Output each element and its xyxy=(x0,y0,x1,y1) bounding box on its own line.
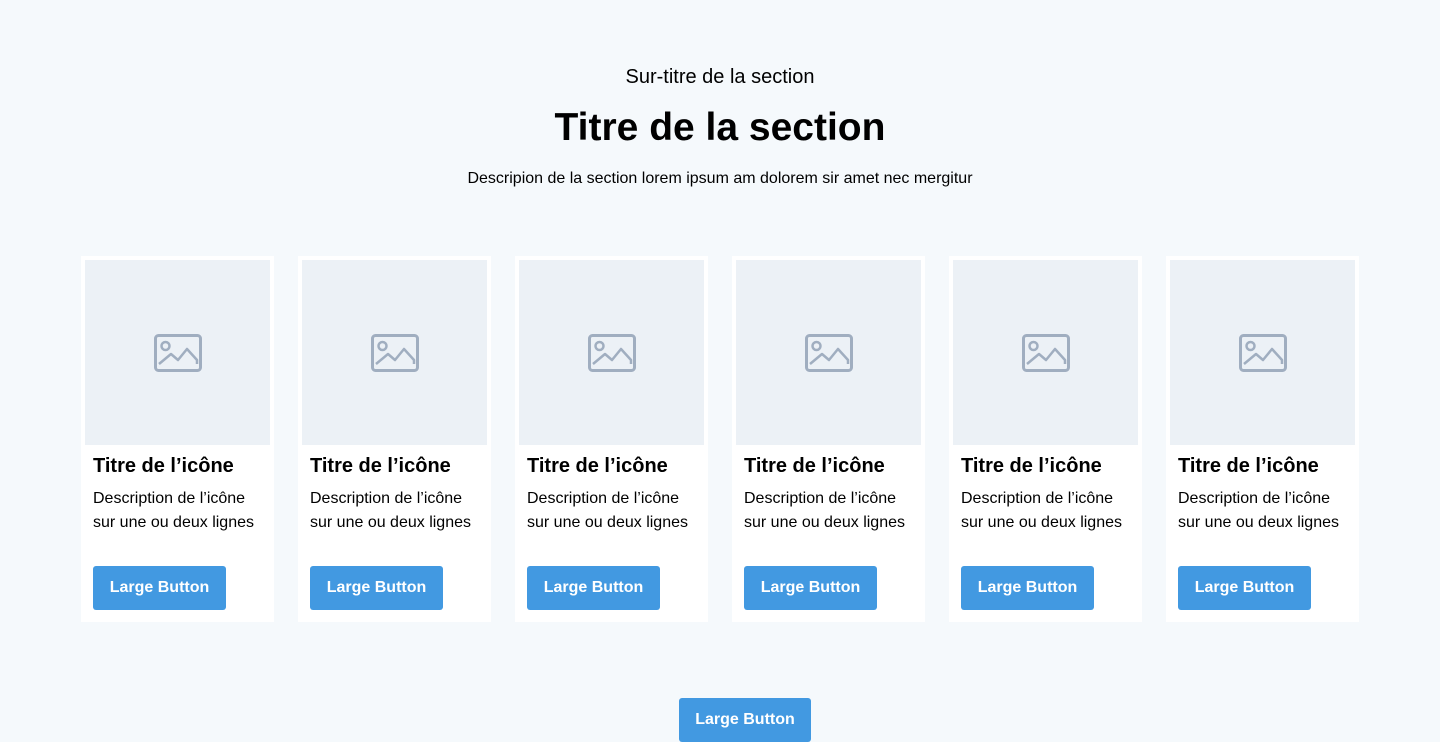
card-title: Titre de l’icône xyxy=(527,455,668,477)
card-title: Titre de l’icône xyxy=(744,455,885,477)
card-image xyxy=(953,260,1138,445)
card-title: Titre de l’icône xyxy=(1178,455,1319,477)
card-description: Description de l’icône sur une ou deux l… xyxy=(93,490,254,531)
card-image xyxy=(302,260,487,445)
feature-card: Titre de l’icône Description de l’icône … xyxy=(1166,256,1359,622)
image-placeholder-icon xyxy=(804,333,853,372)
card-title: Titre de l’icône xyxy=(93,455,234,477)
card-image xyxy=(736,260,921,445)
feature-card: Titre de l’icône Description de l’icône … xyxy=(732,256,925,622)
card-description: Description de l’icône sur une ou deux l… xyxy=(744,490,905,531)
card-large-button[interactable]: Large Button xyxy=(310,566,443,610)
card-image xyxy=(85,260,270,445)
feature-card: Titre de l’icône Description de l’icône … xyxy=(298,256,491,622)
card-title: Titre de l’icône xyxy=(310,455,451,477)
card-large-button[interactable]: Large Button xyxy=(744,566,877,610)
card-large-button[interactable]: Large Button xyxy=(93,566,226,610)
image-placeholder-icon xyxy=(370,333,419,372)
section-large-button[interactable]: Large Button xyxy=(679,698,811,742)
feature-card: Titre de l’icône Description de l’icône … xyxy=(81,256,274,622)
card-large-button[interactable]: Large Button xyxy=(1178,566,1311,610)
card-description: Description de l’icône sur une ou deux l… xyxy=(527,490,688,531)
image-placeholder-icon xyxy=(1021,333,1070,372)
card-image xyxy=(519,260,704,445)
image-placeholder-icon xyxy=(587,333,636,372)
card-description: Description de l’icône sur une ou deux l… xyxy=(961,490,1122,531)
card-description: Description de l’icône sur une ou deux l… xyxy=(310,490,471,531)
card-image xyxy=(1170,260,1355,445)
image-placeholder-icon xyxy=(153,333,202,372)
section-title: Titre de la section xyxy=(554,106,886,149)
feature-card: Titre de l’icône Description de l’icône … xyxy=(949,256,1142,622)
image-placeholder-icon xyxy=(1238,333,1287,372)
card-description: Description de l’icône sur une ou deux l… xyxy=(1178,490,1339,531)
card-grid: Titre de l’icône Description de l’icône … xyxy=(81,256,1359,622)
card-title: Titre de l’icône xyxy=(961,455,1102,477)
section-description: Descripion de la section lorem ipsum am … xyxy=(467,170,973,187)
feature-card: Titre de l’icône Description de l’icône … xyxy=(515,256,708,622)
card-large-button[interactable]: Large Button xyxy=(527,566,660,610)
section-overline: Sur-titre de la section xyxy=(625,66,815,88)
card-large-button[interactable]: Large Button xyxy=(961,566,1094,610)
